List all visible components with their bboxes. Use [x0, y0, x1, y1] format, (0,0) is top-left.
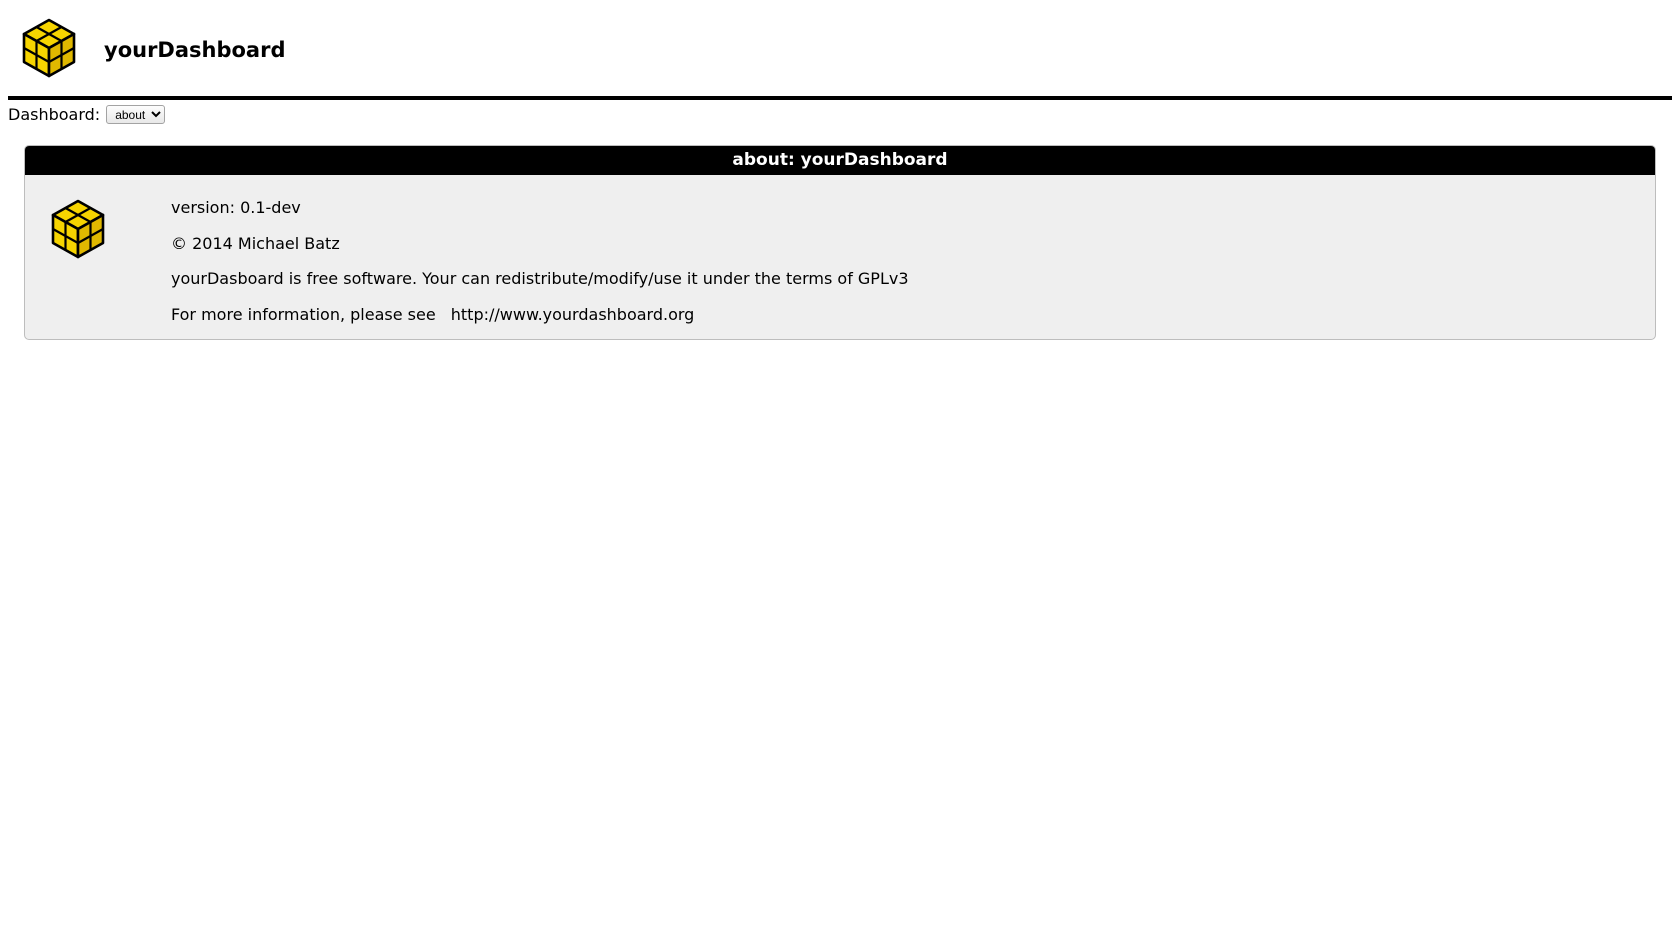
more-info-link[interactable]: http://www.yourdashboard.org — [451, 305, 695, 324]
more-info-prefix: For more information, please see — [171, 305, 441, 324]
about-panel-title: about: yourDashboard — [25, 146, 1655, 175]
dashboard-controls: Dashboard: about — [0, 100, 1680, 129]
page-header: yourDashboard — [0, 0, 1680, 96]
version-line: version: 0.1-dev — [171, 197, 1635, 219]
license-line: yourDasboard is free software. Your can … — [171, 268, 1635, 290]
about-panel-text: version: 0.1-dev © 2014 Michael Batz you… — [171, 193, 1635, 325]
page-title: yourDashboard — [104, 38, 286, 62]
copyright-line: © 2014 Michael Batz — [171, 233, 1635, 255]
logo-icon — [16, 12, 82, 88]
about-panel-body: version: 0.1-dev © 2014 Michael Batz you… — [25, 175, 1655, 339]
dashboard-label: Dashboard: — [8, 105, 100, 124]
more-info-line: For more information, please see http://… — [171, 304, 1635, 326]
about-logo-icon — [45, 193, 111, 325]
about-panel: about: yourDashboard version: 0.1-dev © … — [24, 145, 1656, 340]
dashboard-select[interactable]: about — [106, 105, 165, 124]
